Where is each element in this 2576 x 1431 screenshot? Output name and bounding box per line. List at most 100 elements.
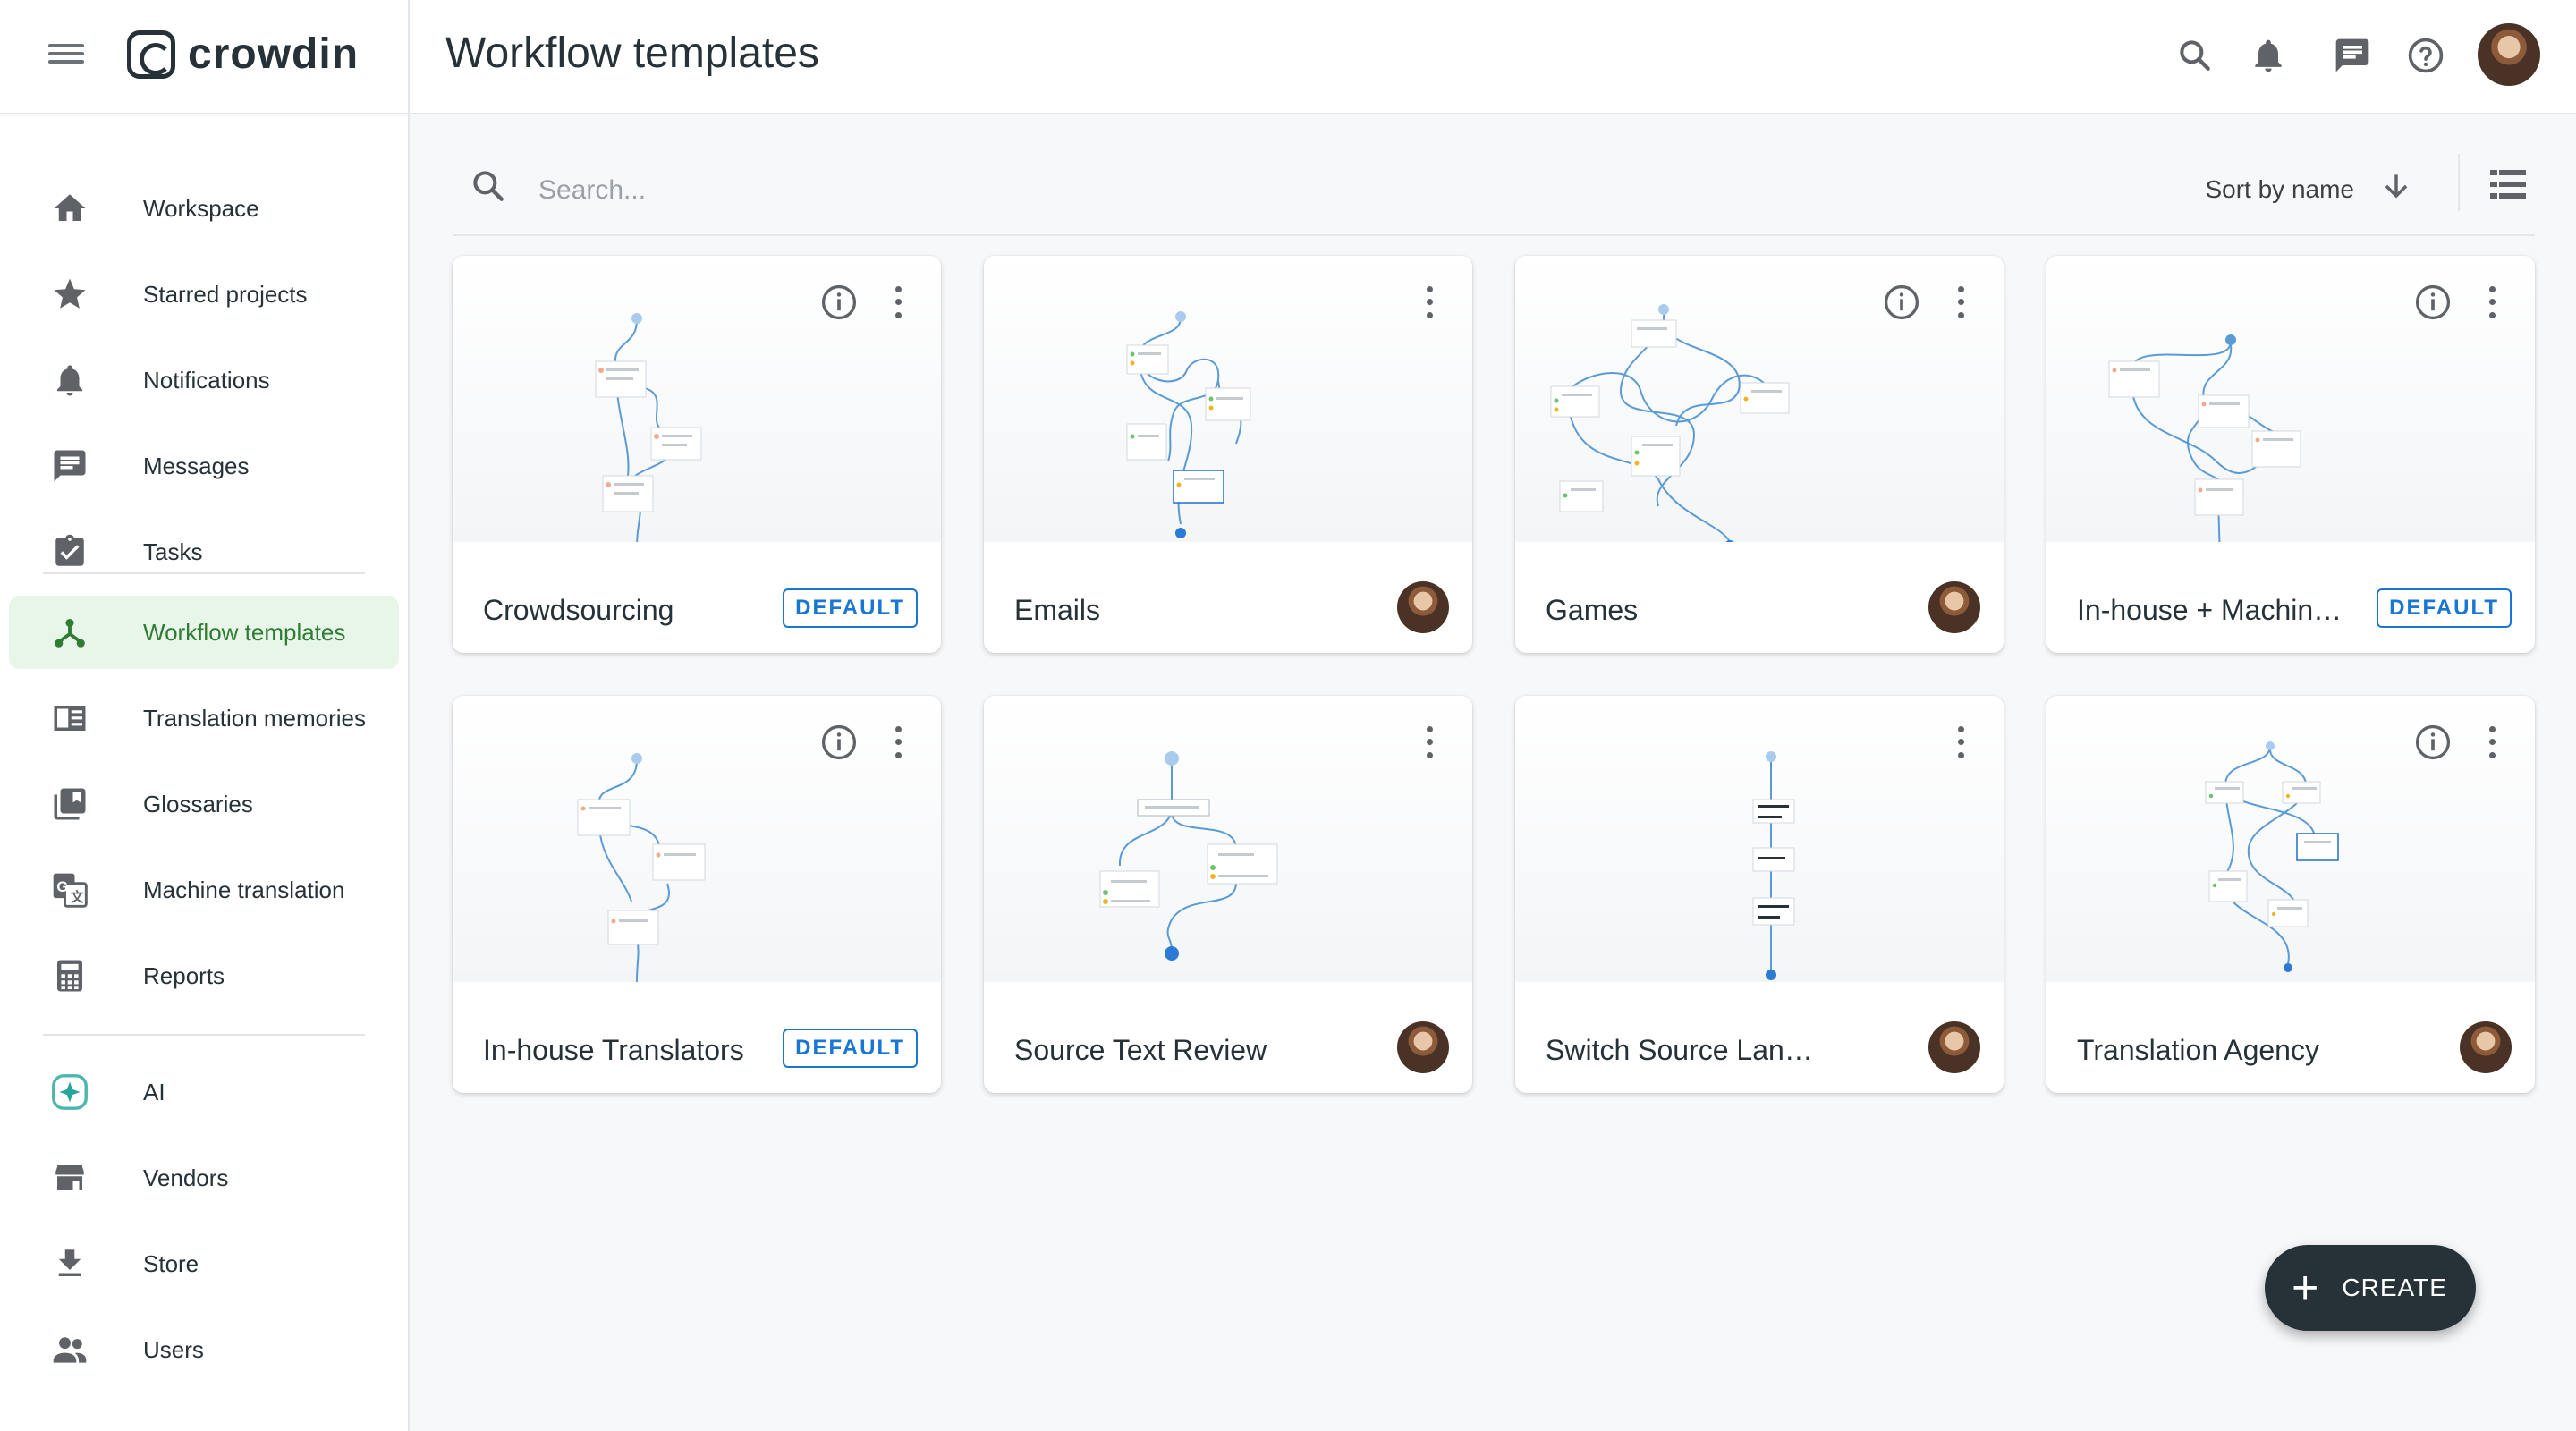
sidebar-divider xyxy=(408,0,410,1431)
sidebar-item-label: Store xyxy=(143,1249,199,1277)
template-name: Crowdsourcing xyxy=(483,594,674,626)
book-icon xyxy=(45,693,95,743)
workflow-preview xyxy=(1515,696,2004,982)
download-icon xyxy=(45,1239,95,1289)
sidebar-item-glossaries[interactable]: Glossaries xyxy=(9,767,399,841)
sidebar-item-label: Tasks xyxy=(143,538,203,565)
list-view-icon[interactable] xyxy=(2490,168,2526,200)
user-avatar[interactable] xyxy=(2478,23,2540,86)
brand-name: crowdin xyxy=(188,30,360,78)
template-card[interactable]: Emails xyxy=(984,256,1472,653)
more-options-icon[interactable] xyxy=(889,283,907,322)
sidebar-item-label: Notifications xyxy=(143,366,270,394)
more-options-icon[interactable] xyxy=(1952,723,1970,762)
calculator-icon xyxy=(45,951,95,1001)
template-card[interactable]: In-house + Machine ... DEFAULT xyxy=(2046,256,2535,653)
sidebar-item-label: Users xyxy=(143,1335,204,1363)
sidebar-item-machine-translation[interactable]: G文 Machine translation xyxy=(9,853,399,927)
search-icon[interactable] xyxy=(2174,36,2216,79)
owner-avatar xyxy=(1928,1021,1980,1073)
sidebar-item-ai[interactable]: AI xyxy=(9,1055,399,1129)
sidebar-item-label: Workspace xyxy=(143,194,259,222)
top-bar: crowdin Workflow templates xyxy=(0,0,2576,114)
sidebar-item-label: Vendors xyxy=(143,1164,229,1191)
clipboard-check-icon xyxy=(45,527,95,577)
info-icon[interactable] xyxy=(819,723,859,762)
sidebar-item-tasks[interactable]: Tasks xyxy=(9,515,399,588)
sort-button[interactable]: Sort by name xyxy=(2205,165,2413,215)
help-icon[interactable] xyxy=(2404,36,2447,79)
star-icon xyxy=(45,269,95,319)
arrow-down-icon xyxy=(2379,169,2413,211)
sidebar-item-users[interactable]: Users xyxy=(9,1313,399,1386)
more-options-icon[interactable] xyxy=(1420,723,1438,762)
sidebar-item-starred-projects[interactable]: Starred projects xyxy=(9,258,399,331)
template-card[interactable]: Switch Source Language xyxy=(1515,696,2004,1093)
svg-text:文: 文 xyxy=(71,889,84,905)
sidebar-separator xyxy=(43,1034,365,1036)
sidebar-separator xyxy=(43,572,365,574)
sparkle-icon xyxy=(45,1067,95,1117)
crowdin-logo[interactable]: crowdin xyxy=(127,30,359,79)
template-card[interactable]: In-house Translators DEFAULT xyxy=(453,696,941,1093)
menu-icon[interactable] xyxy=(48,39,84,75)
sidebar-item-reports[interactable]: Reports xyxy=(9,939,399,1012)
workflow-preview xyxy=(984,256,1472,542)
sidebar-item-workspace[interactable]: Workspace xyxy=(9,172,399,245)
translate-icon: G文 xyxy=(45,865,95,915)
sidebar-item-vendors[interactable]: Vendors xyxy=(9,1141,399,1215)
workflow-preview xyxy=(1515,256,2004,542)
more-options-icon[interactable] xyxy=(1420,283,1438,322)
workflow-preview xyxy=(984,696,1472,982)
store-icon xyxy=(45,1153,95,1203)
sidebar-item-notifications[interactable]: Notifications xyxy=(9,343,399,417)
template-card[interactable]: Source Text Review xyxy=(984,696,1472,1093)
bell-icon[interactable] xyxy=(2247,36,2290,79)
toolbar-divider xyxy=(2458,154,2460,211)
template-card[interactable]: Games xyxy=(1515,256,2004,653)
default-badge: DEFAULT xyxy=(783,1029,918,1068)
workflow-preview xyxy=(2046,256,2535,542)
template-name: In-house + Machine ... xyxy=(2077,594,2345,626)
default-badge: DEFAULT xyxy=(2377,588,2512,628)
template-name: Source Text Review xyxy=(1014,1034,1267,1066)
sidebar-item-store[interactable]: Store xyxy=(9,1227,399,1300)
default-badge: DEFAULT xyxy=(783,588,918,628)
more-options-icon[interactable] xyxy=(2483,283,2501,322)
info-icon[interactable] xyxy=(2413,723,2453,762)
sidebar-item-label: Glossaries xyxy=(143,790,253,817)
info-icon[interactable] xyxy=(1882,283,1921,322)
sidebar-item-label: Workflow templates xyxy=(143,618,346,646)
template-name: In-house Translators xyxy=(483,1034,744,1066)
search-input[interactable] xyxy=(538,166,1343,215)
info-icon[interactable] xyxy=(819,283,859,322)
template-card[interactable]: Crowdsourcing DEFAULT xyxy=(453,256,941,653)
chat-icon[interactable] xyxy=(2331,36,2374,79)
create-button[interactable]: + CREATE xyxy=(2265,1245,2476,1331)
more-options-icon[interactable] xyxy=(889,723,907,762)
sidebar-item-translation-memories[interactable]: Translation memories xyxy=(9,682,399,755)
more-options-icon[interactable] xyxy=(1952,283,1970,322)
info-icon[interactable] xyxy=(2413,283,2453,322)
template-name: Switch Source Language xyxy=(1546,1034,1814,1066)
sidebar-item-workflow-templates[interactable]: Workflow templates xyxy=(9,596,399,669)
template-card[interactable]: Translation Agency xyxy=(2046,696,2535,1093)
library-icon xyxy=(45,779,95,829)
svg-text:G: G xyxy=(56,879,68,895)
search-icon xyxy=(469,166,513,211)
sidebar-item-label: Machine translation xyxy=(143,876,345,903)
workflow-icon xyxy=(45,607,95,657)
owner-avatar xyxy=(1928,581,1980,633)
sidebar-item-messages[interactable]: Messages xyxy=(9,429,399,503)
more-options-icon[interactable] xyxy=(2483,723,2501,762)
sidebar-item-label: Reports xyxy=(143,961,225,989)
chat-icon xyxy=(45,441,95,491)
crowdin-logo-mark xyxy=(127,30,175,79)
template-name: Games xyxy=(1546,594,1639,626)
sort-label: Sort by name xyxy=(2205,175,2354,203)
sidebar-item-label: Messages xyxy=(143,452,250,479)
people-icon xyxy=(45,1325,95,1375)
sidebar: Workspace Starred projects Notifications… xyxy=(0,116,408,1431)
workflow-preview xyxy=(2046,696,2535,982)
create-button-label: CREATE xyxy=(2342,1274,2447,1301)
